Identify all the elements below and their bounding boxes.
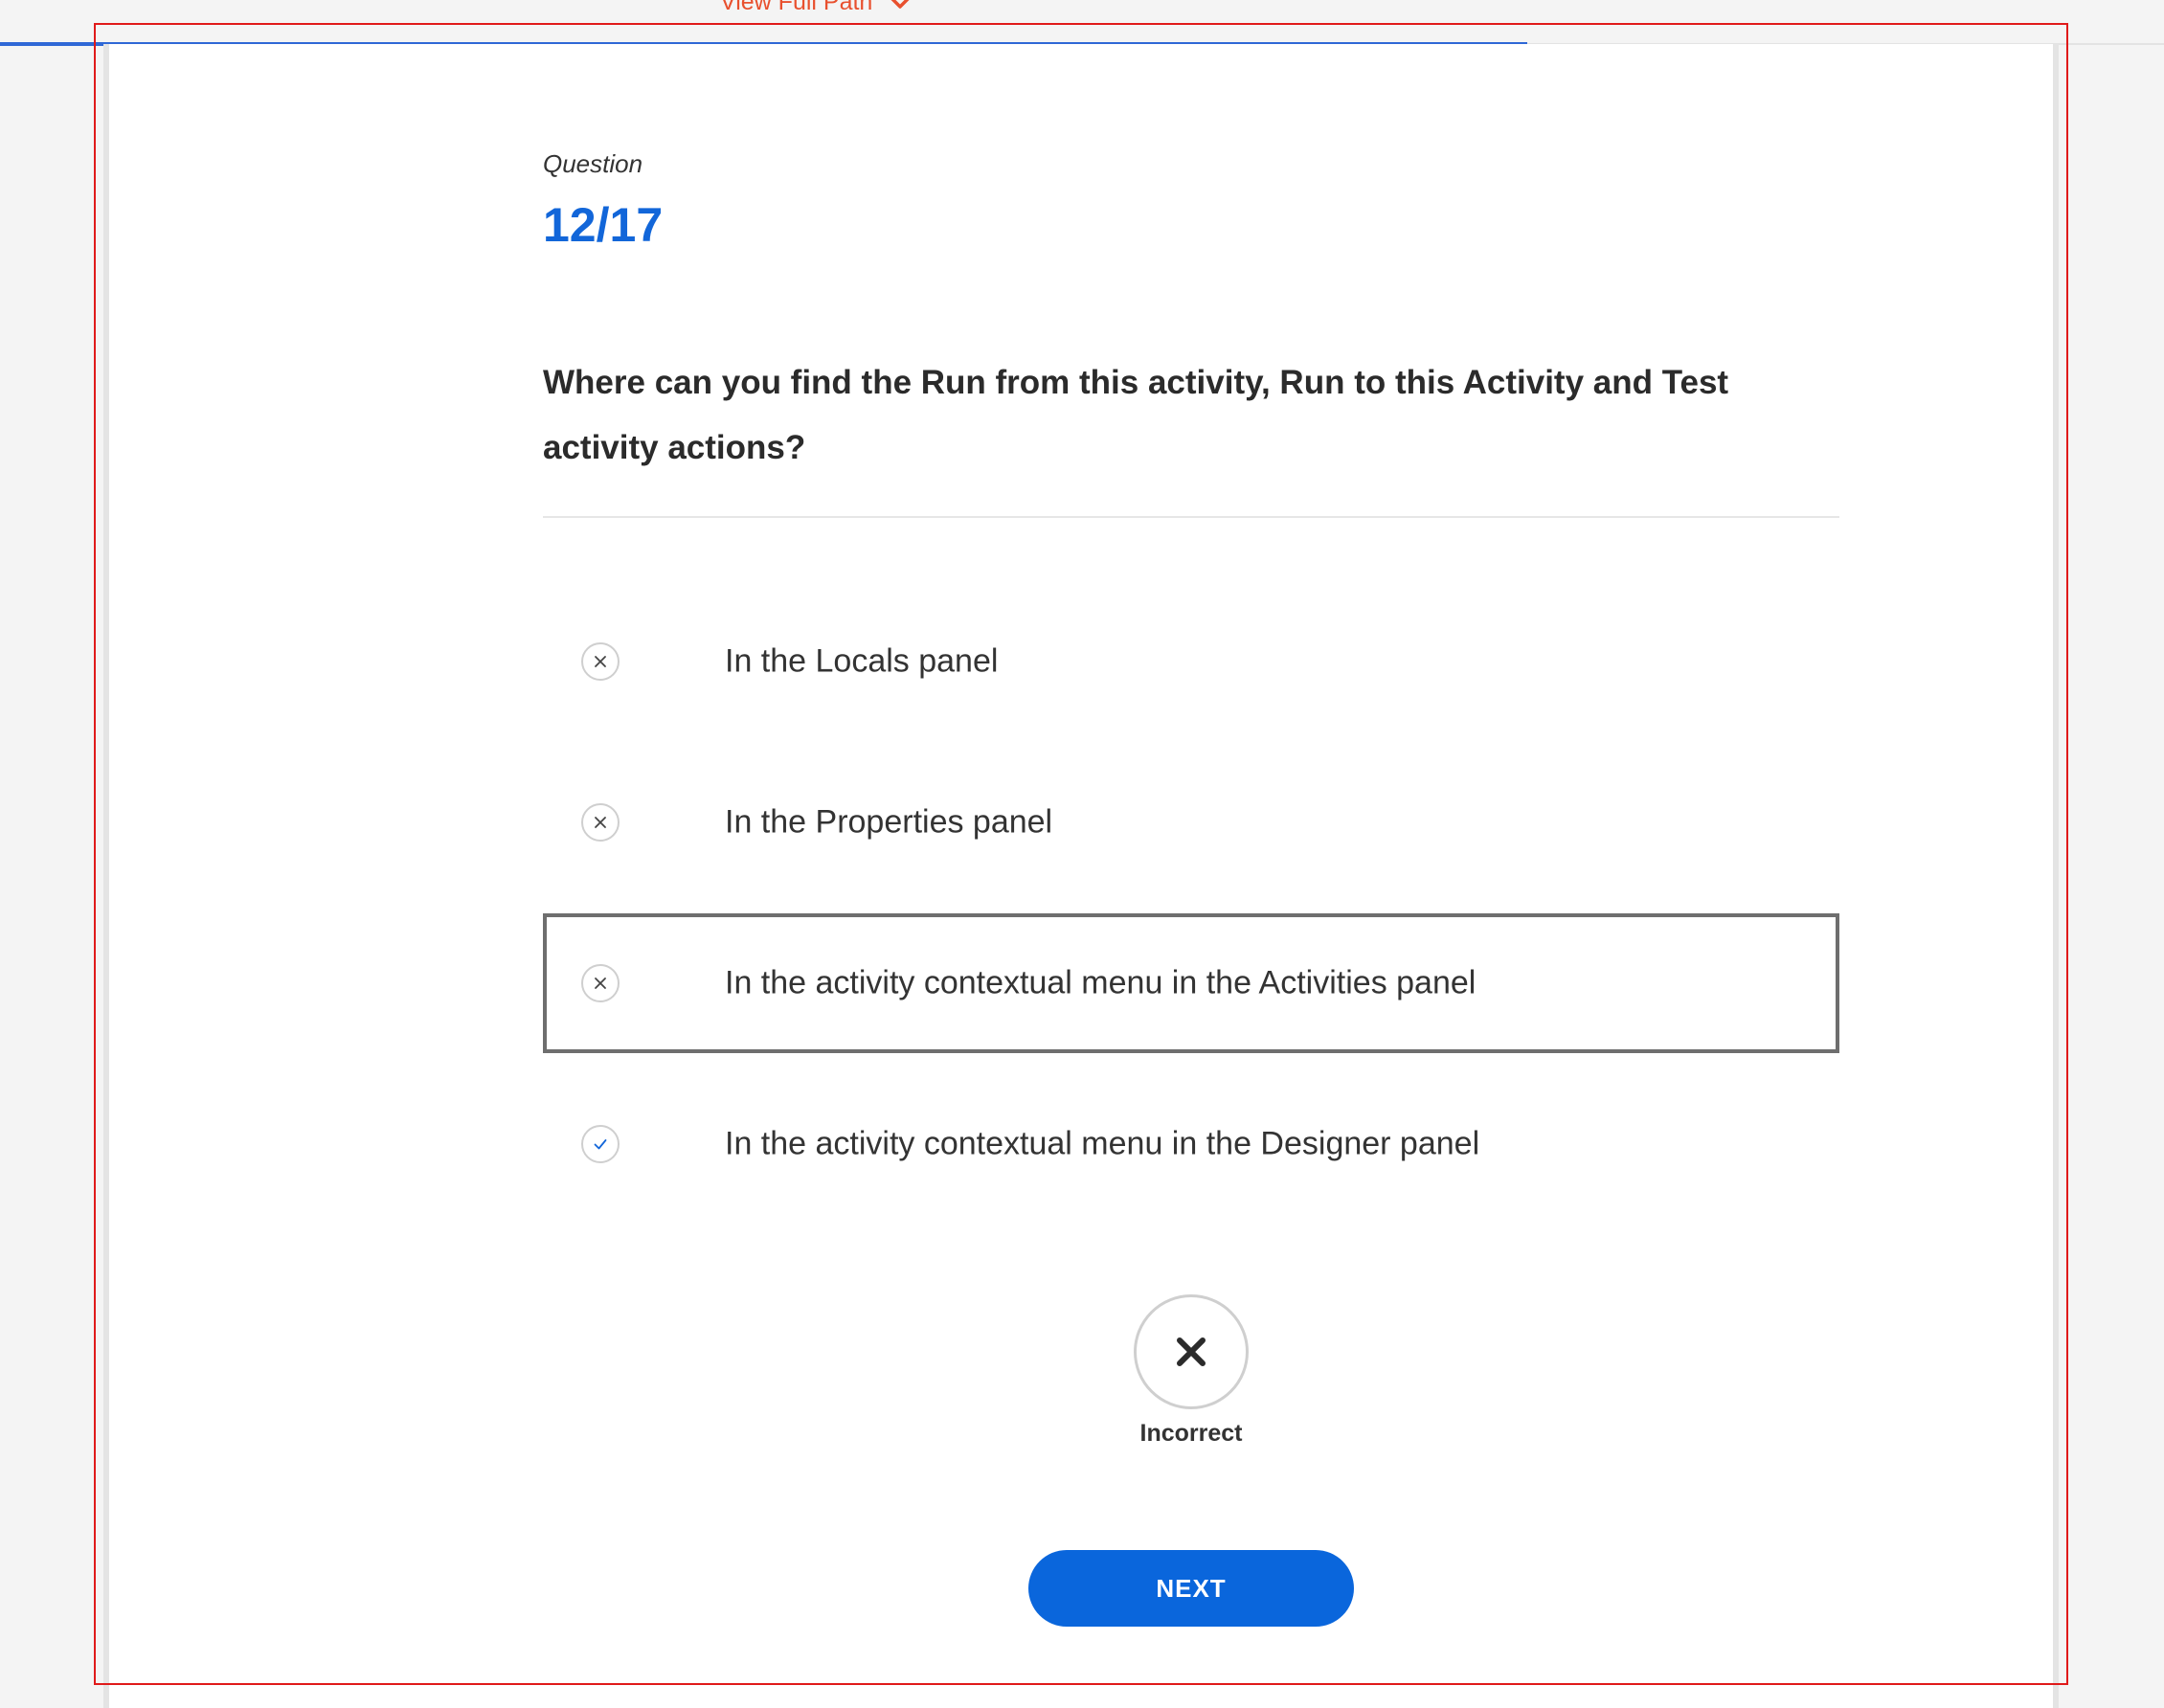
chevron-down-icon: [890, 0, 911, 16]
answer-option-3-selected[interactable]: In the activity contextual menu in the A…: [543, 913, 1839, 1053]
answer-option-label: In the Properties panel: [725, 803, 1053, 841]
view-full-path-label: View Full Path: [720, 0, 873, 15]
answer-option-4[interactable]: In the activity contextual menu in the D…: [543, 1074, 1839, 1214]
answer-option-label: In the activity contextual menu in the A…: [725, 964, 1476, 1001]
answer-option-label: In the Locals panel: [725, 642, 999, 680]
question-label: Question: [543, 149, 643, 178]
close-icon: [1177, 1337, 1206, 1366]
close-icon: [581, 964, 620, 1002]
question-counter: 12/17: [543, 198, 664, 252]
next-button[interactable]: NEXT: [1028, 1550, 1354, 1627]
view-full-path-link[interactable]: View Full Path: [720, 0, 911, 16]
question-text: Where can you find the Run from this act…: [543, 364, 1729, 466]
check-icon: [581, 1125, 620, 1163]
quiz-card: Question 12/17 Where can you find the Ru…: [103, 44, 2059, 1708]
answer-option-1[interactable]: In the Locals panel: [543, 592, 1839, 731]
result-label: Incorrect: [1139, 1420, 1243, 1447]
close-icon: [581, 642, 620, 681]
answer-option-label: In the activity contextual menu in the D…: [725, 1125, 1480, 1162]
answer-option-2[interactable]: In the Properties panel: [543, 753, 1839, 892]
close-icon: [581, 803, 620, 842]
divider: [543, 516, 1839, 518]
quiz-content: Question 12/17 Where can you find the Ru…: [543, 44, 1839, 1708]
result-incorrect-icon: [1134, 1294, 1249, 1409]
